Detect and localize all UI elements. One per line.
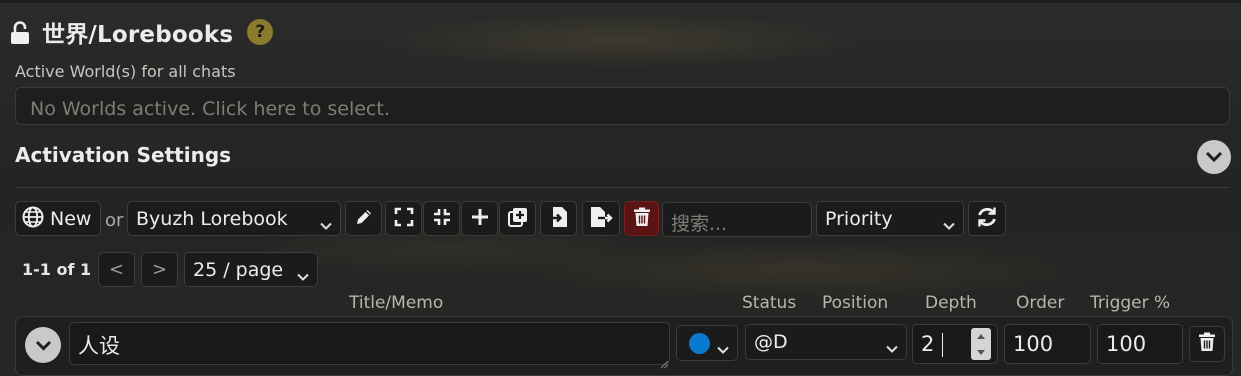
chevron-down-icon [297, 265, 309, 287]
trigger-input[interactable]: 100 [1097, 324, 1183, 364]
page-count: 1-1 of 1 [22, 260, 92, 279]
collapse-icon [432, 207, 452, 231]
chevron-down-icon [320, 214, 332, 236]
status-dot-icon [689, 332, 710, 354]
page-title: 世界/Lorebooks [42, 22, 234, 48]
sort-select-value: Priority [825, 207, 893, 230]
or-label: or [105, 210, 124, 231]
position-value: @D [754, 331, 788, 353]
export-icon [589, 206, 613, 232]
chevron-down-icon [943, 214, 955, 236]
sort-select[interactable]: Priority [816, 201, 964, 236]
trash-icon [633, 207, 651, 231]
order-input[interactable]: 100 [1004, 324, 1091, 364]
column-order: Order [1016, 293, 1065, 313]
column-depth: Depth [925, 293, 977, 313]
depth-stepper[interactable] [971, 328, 991, 360]
entry-memo-field[interactable]: 人设 [69, 322, 670, 365]
import-icon [549, 206, 569, 232]
per-page-select[interactable]: 25 / page [184, 252, 318, 287]
delete-lorebook-button[interactable] [624, 201, 659, 236]
position-select[interactable]: @D [745, 324, 907, 360]
step-up-icon[interactable] [976, 333, 986, 340]
delete-entry-button[interactable] [1189, 326, 1225, 362]
chevron-down-icon [886, 337, 898, 359]
panel-header: 世界/Lorebooks ? [10, 16, 274, 48]
resize-handle-icon[interactable] [660, 354, 669, 373]
duplicate-icon [507, 206, 529, 232]
depth-input[interactable]: 2 [912, 324, 998, 364]
depth-value: 2 [921, 332, 935, 356]
per-page-value: 25 / page [193, 258, 284, 281]
trash-icon [1198, 332, 1216, 356]
column-trigger: Trigger % [1090, 293, 1171, 313]
import-button[interactable] [540, 201, 577, 236]
expand-icon [394, 207, 414, 231]
new-label: New [50, 207, 92, 230]
active-worlds-select[interactable]: No Worlds active. Click here to select. [15, 87, 1230, 125]
status-select[interactable] [676, 325, 738, 361]
lorebook-select-value: Byuzh Lorebook [136, 207, 288, 230]
text-cursor [942, 333, 944, 357]
export-button[interactable] [582, 201, 620, 236]
refresh-icon [976, 206, 998, 232]
add-entry-button[interactable] [461, 201, 498, 236]
lorebook-select[interactable]: Byuzh Lorebook [127, 201, 341, 236]
refresh-button[interactable] [968, 201, 1006, 236]
new-lorebook-button[interactable]: New [15, 201, 101, 236]
activation-settings-label: Activation Settings [15, 143, 232, 167]
active-worlds-label: Active World(s) for all chats [15, 62, 236, 81]
chevron-down-icon[interactable] [1197, 140, 1231, 174]
plus-icon [470, 207, 490, 231]
column-title-memo: Title/Memo [349, 293, 444, 313]
unlock-icon[interactable] [10, 19, 32, 45]
duplicate-lorebook-button[interactable] [499, 201, 536, 236]
globe-icon [22, 206, 44, 232]
expand-all-button[interactable] [385, 201, 422, 236]
chevron-down-icon[interactable] [25, 327, 61, 363]
prev-page-button[interactable]: < [98, 252, 135, 287]
help-icon[interactable]: ? [247, 19, 274, 45]
next-page-button[interactable]: > [141, 252, 178, 287]
rename-button[interactable] [345, 201, 382, 236]
lorebook-panel: 世界/Lorebooks ? Active World(s) for all c… [0, 0, 1241, 376]
divider [15, 187, 1229, 188]
collapse-all-button[interactable] [423, 201, 460, 236]
chevron-down-icon [717, 338, 729, 360]
step-down-icon[interactable] [976, 349, 986, 356]
column-position: Position [822, 293, 889, 313]
column-status: Status [742, 293, 797, 313]
search-input[interactable]: 搜索... [662, 202, 812, 237]
pencil-icon [354, 207, 374, 231]
